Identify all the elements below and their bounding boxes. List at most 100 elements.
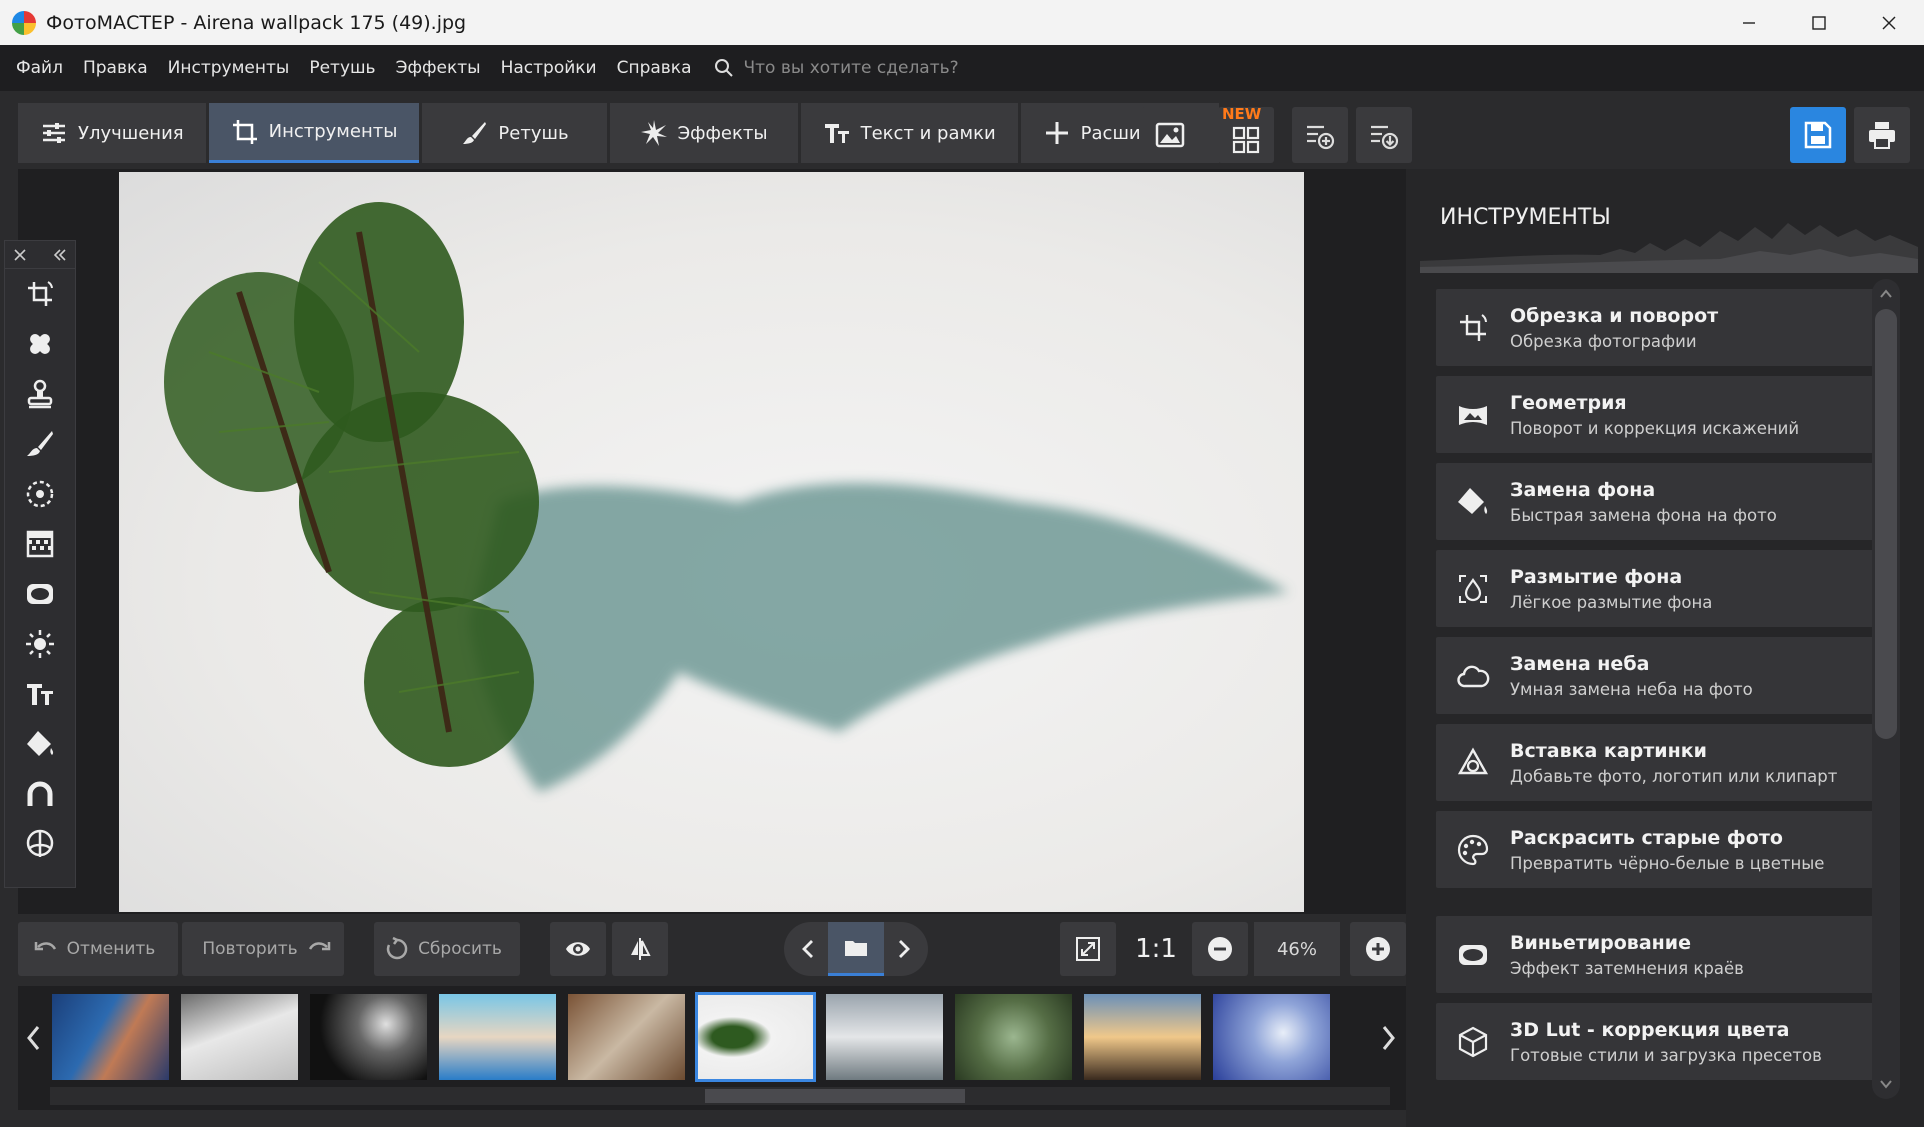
fit-screen-button[interactable]	[1060, 922, 1116, 976]
search-input[interactable]	[743, 58, 1144, 78]
quick-tool-mask[interactable]	[5, 819, 75, 869]
chevron-left-icon	[27, 1026, 40, 1050]
tool-card-title: Замена неба	[1510, 652, 1650, 675]
tab-effects[interactable]: Эффекты	[609, 103, 798, 163]
quick-tool-curve[interactable]	[5, 769, 75, 819]
tab-tools[interactable]: Инструменты	[208, 103, 420, 163]
tool-card-background-blur[interactable]: Размытие фона Лёгкое размытие фона	[1436, 550, 1874, 627]
thumbnail[interactable]	[824, 992, 945, 1082]
undo-button[interactable]: Отменить	[18, 922, 178, 976]
close-icon	[1882, 16, 1896, 29]
menu-edit[interactable]: Правка	[83, 58, 148, 78]
filmstrip-scroll-thumb[interactable]	[705, 1089, 965, 1103]
tab-enhance-label: Улучшения	[78, 122, 184, 144]
add-preset-button[interactable]	[1292, 107, 1348, 163]
blur-drop-icon	[1459, 574, 1487, 603]
next-photo-icon[interactable]	[892, 938, 914, 960]
redo-button[interactable]: Повторить	[182, 922, 344, 976]
tab-text-frames[interactable]: Текст и рамки	[800, 103, 1018, 163]
thumbnail-list	[50, 992, 1340, 1082]
thumbnail[interactable]	[179, 992, 300, 1082]
preview-toggle-button[interactable]	[550, 922, 606, 976]
scroll-up-icon[interactable]	[1879, 287, 1893, 301]
title-bar: ФотоМАСТЕР - Airena wallpack 175 (49).jp…	[0, 0, 1924, 45]
crop-rotate-icon	[28, 281, 53, 306]
tool-card-subtitle: Превратить чёрно-белые в цветные	[1510, 853, 1825, 873]
tool-card-crop-rotate[interactable]: Обрезка и поворот Обрезка фотографии	[1436, 289, 1874, 366]
menu-file[interactable]: Файл	[16, 58, 63, 78]
scroll-down-icon[interactable]	[1879, 1077, 1893, 1091]
tool-card-background-replace[interactable]: Замена фона Быстрая замена фона на фото	[1436, 463, 1874, 540]
tool-card-insert-image[interactable]: Вставка картинки Добавьте фото, логотип и…	[1436, 724, 1874, 801]
quick-tool-vignette[interactable]	[5, 569, 75, 619]
compare-button[interactable]	[612, 922, 668, 976]
filmstrip-scrollbar[interactable]	[50, 1087, 1390, 1105]
close-button[interactable]	[1854, 0, 1924, 45]
filmstrip-next-button[interactable]	[1374, 996, 1402, 1080]
minimize-button[interactable]	[1714, 0, 1784, 45]
tool-card-subtitle: Поворот и коррекция искажений	[1510, 418, 1800, 438]
zoom-level[interactable]: 46%	[1254, 922, 1340, 976]
menu-help[interactable]: Справка	[617, 58, 692, 78]
fit-screen-icon	[1076, 937, 1100, 961]
preset-download-icon	[1371, 125, 1399, 150]
prev-photo-icon[interactable]	[798, 938, 820, 960]
menu-retouch[interactable]: Ретушь	[309, 58, 375, 78]
quick-tool-crop[interactable]	[5, 269, 75, 319]
zoom-in-button[interactable]	[1350, 922, 1406, 976]
paint-bucket-icon	[27, 731, 54, 756]
reset-button[interactable]: Сбросить	[374, 922, 520, 976]
filmstrip-prev-button[interactable]	[20, 996, 48, 1080]
close-panel-icon[interactable]	[13, 248, 27, 262]
quick-tool-brush[interactable]	[5, 419, 75, 469]
vignette-icon	[1459, 944, 1487, 965]
actual-size-button[interactable]: 1:1	[1128, 922, 1184, 976]
thumbnail-selected[interactable]	[695, 992, 816, 1082]
quick-tool-light[interactable]	[5, 619, 75, 669]
thumbnail[interactable]	[308, 992, 429, 1082]
quick-tool-fill[interactable]	[5, 719, 75, 769]
thumbnail[interactable]	[566, 992, 687, 1082]
tool-card-colorize[interactable]: Раскрасить старые фото Превратить чёрно-б…	[1436, 811, 1874, 888]
menu-settings[interactable]: Настройки	[501, 58, 597, 78]
reset-icon	[386, 936, 408, 960]
open-folder-button[interactable]	[828, 922, 884, 976]
menu-tools[interactable]: Инструменты	[168, 58, 290, 78]
load-preset-button[interactable]	[1356, 107, 1412, 163]
thumbnail[interactable]	[437, 992, 558, 1082]
tool-card-title: Размытие фона	[1510, 565, 1683, 588]
thumbnail[interactable]	[1082, 992, 1203, 1082]
canvas-area[interactable]	[18, 169, 1406, 914]
tools-panel-scroll-thumb[interactable]	[1875, 309, 1897, 739]
app-logo-icon	[12, 10, 36, 35]
thumbnail[interactable]	[1211, 992, 1332, 1082]
quick-tool-text[interactable]	[5, 669, 75, 719]
crop-rotate-icon	[1460, 313, 1487, 341]
mode-tabs: Улучшения Инструменты Ретушь Эффекты Тек…	[18, 103, 1222, 163]
thumbnail[interactable]	[953, 992, 1074, 1082]
thumbnail[interactable]	[50, 992, 171, 1082]
save-button[interactable]	[1790, 107, 1846, 163]
quick-tool-radial[interactable]	[5, 469, 75, 519]
menu-effects[interactable]: Эффекты	[396, 58, 481, 78]
tool-card-3d-lut[interactable]: 3D Lut - коррекция цвета Готовые стили и …	[1436, 1003, 1874, 1080]
maximize-button[interactable]	[1784, 0, 1854, 45]
image-settings-button[interactable]	[1142, 107, 1198, 163]
folder-icon	[845, 940, 867, 956]
tool-card-vignette[interactable]: Виньетирование Эффект затемнения краёв	[1436, 916, 1874, 993]
quick-tool-gradient[interactable]	[5, 519, 75, 569]
tab-retouch[interactable]: Ретушь	[422, 103, 607, 163]
quick-tool-healing[interactable]	[5, 319, 75, 369]
new-features-button[interactable]: NEW	[1218, 105, 1274, 163]
zoom-out-button[interactable]	[1192, 922, 1248, 976]
quick-tool-stamp[interactable]	[5, 369, 75, 419]
image-icon	[1155, 122, 1185, 148]
print-button[interactable]	[1854, 107, 1910, 163]
tool-card-sky-replace[interactable]: Замена неба Умная замена неба на фото	[1436, 637, 1874, 714]
photo-preview[interactable]	[119, 172, 1304, 912]
tool-card-geometry[interactable]: Геометрия Поворот и коррекция искажений	[1436, 376, 1874, 453]
undo-label: Отменить	[66, 939, 156, 959]
tab-enhance[interactable]: Улучшения	[18, 103, 206, 163]
tools-panel-scrollbar[interactable]	[1872, 279, 1900, 1099]
collapse-panel-icon[interactable]	[53, 248, 67, 262]
